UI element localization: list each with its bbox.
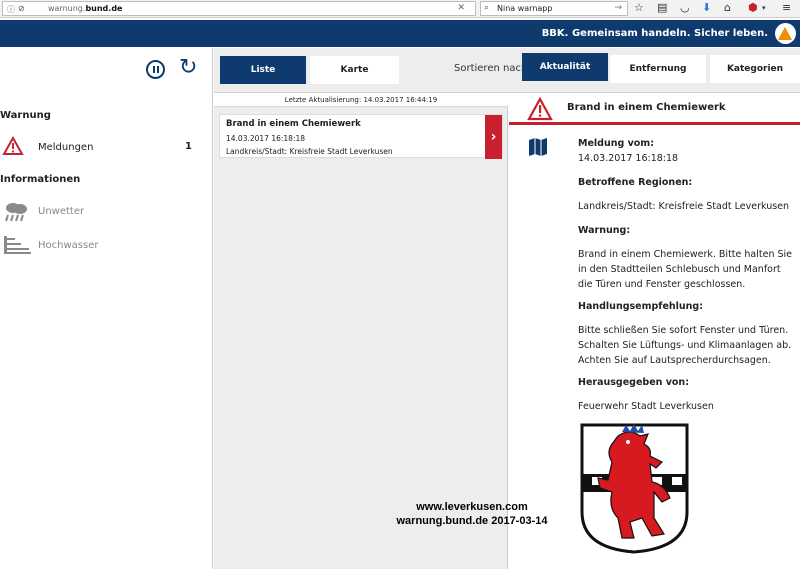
sidebar-item-label: Meldungen [38,142,94,153]
last-update-text: Letzte Aktualisierung: 14.03.2017 16:44:… [214,93,508,107]
tab-liste[interactable]: Liste [220,56,306,84]
search-icon: ⌕ [484,3,490,13]
sidebar-item-label: Unwetter [38,206,85,217]
warning-detail-pane: Brand in einem Chemiewerk Meldung vom: 1… [509,93,800,569]
info-icon[interactable]: ⓘ [7,4,15,15]
detail-header: Brand in einem Chemiewerk [509,93,800,125]
sidebar-item-unwetter[interactable]: Unwetter [0,198,212,224]
warning-section-heading: Warnung [0,110,51,121]
warning-triangle-icon [2,136,24,155]
bookmark-star-icon[interactable]: ☆ [634,1,644,14]
issuer-value: Feuerwehr Stadt Leverkusen [578,401,714,412]
regions-value: Landkreis/Stadt: Kreisfreie Stadt Leverk… [578,201,790,212]
chevron-right-icon[interactable]: › [485,115,502,159]
home-icon[interactable]: ⌂ [724,1,731,14]
map-icon[interactable] [528,137,548,157]
tab-karte[interactable]: Karte [310,56,399,84]
sidebar-item-meldungen[interactable]: Meldungen 1 [0,134,212,160]
list-item-region: Landkreis/Stadt: Kreisfreie Stadt Leverk… [226,147,393,156]
bbk-logo-icon[interactable] [775,23,796,44]
header-slogan: BBK. Gemeinsam handeln. Sicher leben. [541,28,768,39]
list-item[interactable]: Brand in einem Chemiewerk 14.03.2017 16:… [219,114,503,159]
meldungen-count: 1 [185,141,192,152]
download-icon[interactable]: ⬇ [702,1,711,14]
warning-text: Brand in einem Chemiewerk. Bitte halten … [578,249,792,290]
sort-aktualitaet-button[interactable]: Aktualität [522,53,608,81]
sort-kategorien-button[interactable]: Kategorien [710,55,800,83]
address-bar[interactable]: ⓘ ⊘ warnung.bund.de ✕ [2,1,476,16]
advice-label: Handlungsempfehlung: [578,301,704,312]
storm-cloud-icon [5,203,27,222]
hamburger-menu-icon[interactable]: ≡ [782,1,791,14]
sent-label: Meldung vom: [578,138,655,149]
advice-text: Bitte schließen Sie sofort Fenster und T… [578,325,792,366]
search-input[interactable]: Nina warnapp [497,4,552,13]
app-window: ⓘ ⊘ warnung.bund.de ✕ ⌕ Nina warnapp → ☆… [0,0,800,569]
detail-title: Brand in einem Chemiewerk [567,102,726,113]
adblock-icon[interactable]: ⬢ [748,1,758,14]
sort-entfernung-button[interactable]: Entfernung [610,55,706,83]
regions-label: Betroffene Regionen: [578,177,693,188]
sidebar-item-hochwasser[interactable]: Hochwasser [0,232,212,258]
flood-gauge-icon [4,236,31,254]
pause-button[interactable] [146,60,165,79]
list-item-title: Brand in einem Chemiewerk [226,119,361,129]
warning-triangle-icon [527,97,553,121]
info-section-heading: Informationen [0,174,81,185]
watermark-line-1: www.leverkusen.com [416,501,528,513]
url-text: warnung.bund.de [48,4,123,13]
browser-toolbar: ⓘ ⊘ warnung.bund.de ✕ ⌕ Nina warnapp → ☆… [0,0,800,18]
search-go-icon[interactable]: → [614,3,622,13]
sidebar-item-label: Hochwasser [38,240,99,251]
pocket-icon[interactable]: ◡ [680,1,690,14]
app-header: BBK. Gemeinsam handeln. Sicher leben. [0,20,800,47]
warning-label: Warnung: [578,225,631,236]
reading-list-icon[interactable]: ▤ [657,1,667,14]
chevron-down-icon[interactable]: ▾ [762,4,766,12]
warning-list-pane: Letzte Aktualisierung: 14.03.2017 16:44:… [214,93,508,569]
search-bar[interactable]: ⌕ Nina warnapp → [480,1,628,16]
sort-label: Sortieren nach: [454,63,531,74]
watermark-line-2: warnung.bund.de 2017-03-14 [396,515,548,527]
issuer-label: Herausgegeben von: [578,377,689,388]
refresh-button[interactable]: ↻ [179,57,197,79]
tracking-protection-icon[interactable]: ⊘ [18,4,25,13]
clear-url-icon[interactable]: ✕ [457,3,465,13]
view-controls: Liste Karte Sortieren nach: Aktualität E… [214,48,800,93]
sent-value: 14.03.2017 16:18:18 [578,153,679,164]
leverkusen-coat-of-arms-icon [578,422,691,555]
sidebar: ↻ Warnung Meldungen 1 Informationen Unwe… [0,48,213,569]
list-item-date: 14.03.2017 16:18:18 [226,134,306,143]
